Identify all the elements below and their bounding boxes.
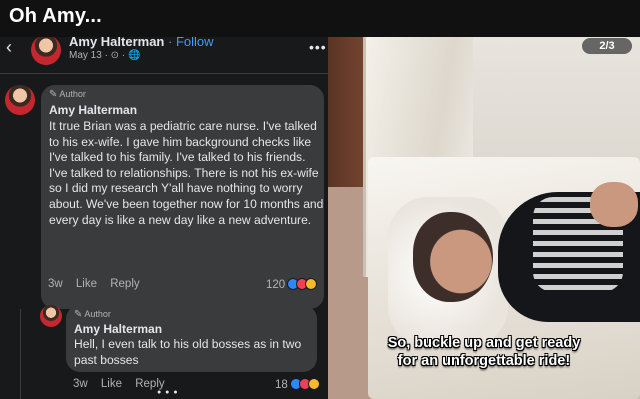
reaction-count: 120 [266, 279, 286, 291]
follow-link[interactable]: Follow [176, 37, 214, 49]
comment-author-name[interactable]: Amy Halterman [74, 322, 162, 336]
comment-actions: 3w Like Reply [48, 278, 150, 290]
avatar[interactable] [40, 305, 62, 327]
thread-line [20, 309, 21, 399]
haha-reaction-icon [305, 278, 318, 290]
reply-button[interactable]: Reply [110, 278, 139, 290]
chevron-left-icon[interactable]: ‹ [6, 37, 12, 58]
comment-time: 3w [73, 378, 88, 390]
author-badge-label: Author [84, 309, 111, 319]
post-header: ‹ Amy Halterman · Follow May 13 · ⊙ · 🌐 … [0, 37, 328, 67]
person-hand [590, 182, 638, 227]
more-dots-icon[interactable]: ••• [309, 39, 327, 55]
caption-line: So, buckle up and get ready [387, 335, 581, 351]
avatar[interactable] [5, 85, 35, 115]
facebook-comments-screenshot: ‹ Amy Halterman · Follow May 13 · ⊙ · 🌐 … [0, 37, 328, 399]
video-frame: 2/3 So, buckle up and get ready for an u… [328, 37, 640, 399]
person-head [413, 212, 493, 302]
post-author-line: Amy Halterman · Follow [69, 37, 214, 49]
comment-bubble: ✎ Author Amy Halterman Hell, I even talk… [66, 305, 317, 372]
caption-line: for an unforgettable ride! [397, 353, 571, 369]
comment-text: It true Brian was a pediatric care nurse… [49, 119, 324, 227]
post-author-name[interactable]: Amy Halterman [69, 37, 164, 49]
haha-reaction-icon [307, 378, 320, 390]
reaction-summary[interactable]: 120 [266, 278, 318, 291]
reaction-summary[interactable]: 18 [275, 378, 320, 391]
divider [0, 73, 328, 74]
video-title-bar: Oh Amy... [0, 0, 640, 37]
post-date: May 13 · ⊙ · 🌐 [69, 50, 141, 61]
like-button[interactable]: Like [101, 378, 122, 390]
like-button[interactable]: Like [76, 278, 97, 290]
author-badge-label: Author [59, 89, 86, 99]
pagination-dots-icon: ● ● ● [157, 389, 179, 396]
comment-bubble: ✎ Author Amy Halterman It true Brian was… [41, 85, 324, 309]
separator-dot: · [168, 37, 173, 49]
pencil-icon: ✎ [74, 309, 83, 320]
author-badge: ✎ Author [74, 309, 111, 320]
comment-text: Hell, I even talk to his old bosses as i… [74, 337, 302, 367]
video-title: Oh Amy... [9, 5, 102, 27]
slide-counter: 2/3 [582, 38, 632, 54]
avatar[interactable] [31, 37, 61, 65]
pencil-icon: ✎ [49, 89, 58, 100]
comment-time: 3w [48, 278, 63, 290]
reaction-count: 18 [275, 379, 288, 391]
author-badge: ✎ Author [49, 89, 86, 100]
comment-author-name[interactable]: Amy Halterman [49, 103, 137, 117]
